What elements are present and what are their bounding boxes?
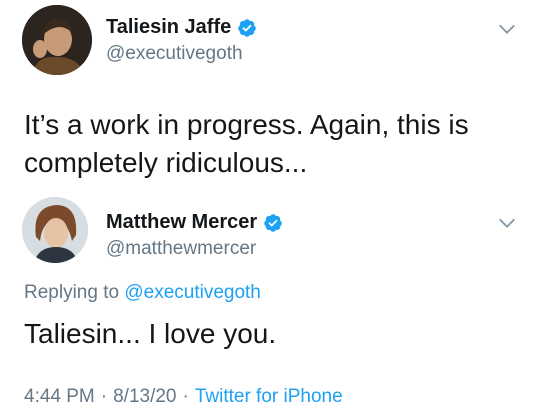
verified-badge-icon <box>238 18 256 37</box>
user-handle[interactable]: @executivegoth <box>106 43 243 65</box>
meta-separator: · <box>100 386 108 407</box>
tweet-text: It’s a work in progress. Again, this is … <box>24 109 469 178</box>
tweet-meta: 4:44 PM · 8/13/20 · Twitter for iPhone <box>24 386 343 408</box>
chevron-down-icon[interactable] <box>496 212 518 234</box>
replying-to: Replying to @executivegoth <box>24 282 261 304</box>
name-row: Matthew Mercer <box>106 211 283 234</box>
tweet-date[interactable]: 8/13/20 <box>113 386 176 408</box>
avatar-matthew[interactable] <box>22 197 88 263</box>
meta-separator: · <box>182 386 189 407</box>
tweet-source-link[interactable]: Twitter for iPhone <box>195 386 343 408</box>
tweet-time[interactable]: 4:44 PM <box>24 386 95 408</box>
chevron-down-icon[interactable] <box>496 18 518 40</box>
reply-text: Taliesin... I love you. <box>24 318 277 349</box>
replying-handle-link[interactable]: @executivegoth <box>124 282 261 303</box>
display-name[interactable]: Matthew Mercer <box>106 211 257 234</box>
replying-prefix: Replying to <box>24 282 120 303</box>
user-handle[interactable]: @matthewmercer <box>106 238 256 260</box>
avatar-taliesin[interactable] <box>22 5 92 75</box>
name-row: Taliesin Jaffe <box>106 16 257 39</box>
display-name[interactable]: Taliesin Jaffe <box>106 16 231 39</box>
verified-badge-icon <box>264 213 282 232</box>
